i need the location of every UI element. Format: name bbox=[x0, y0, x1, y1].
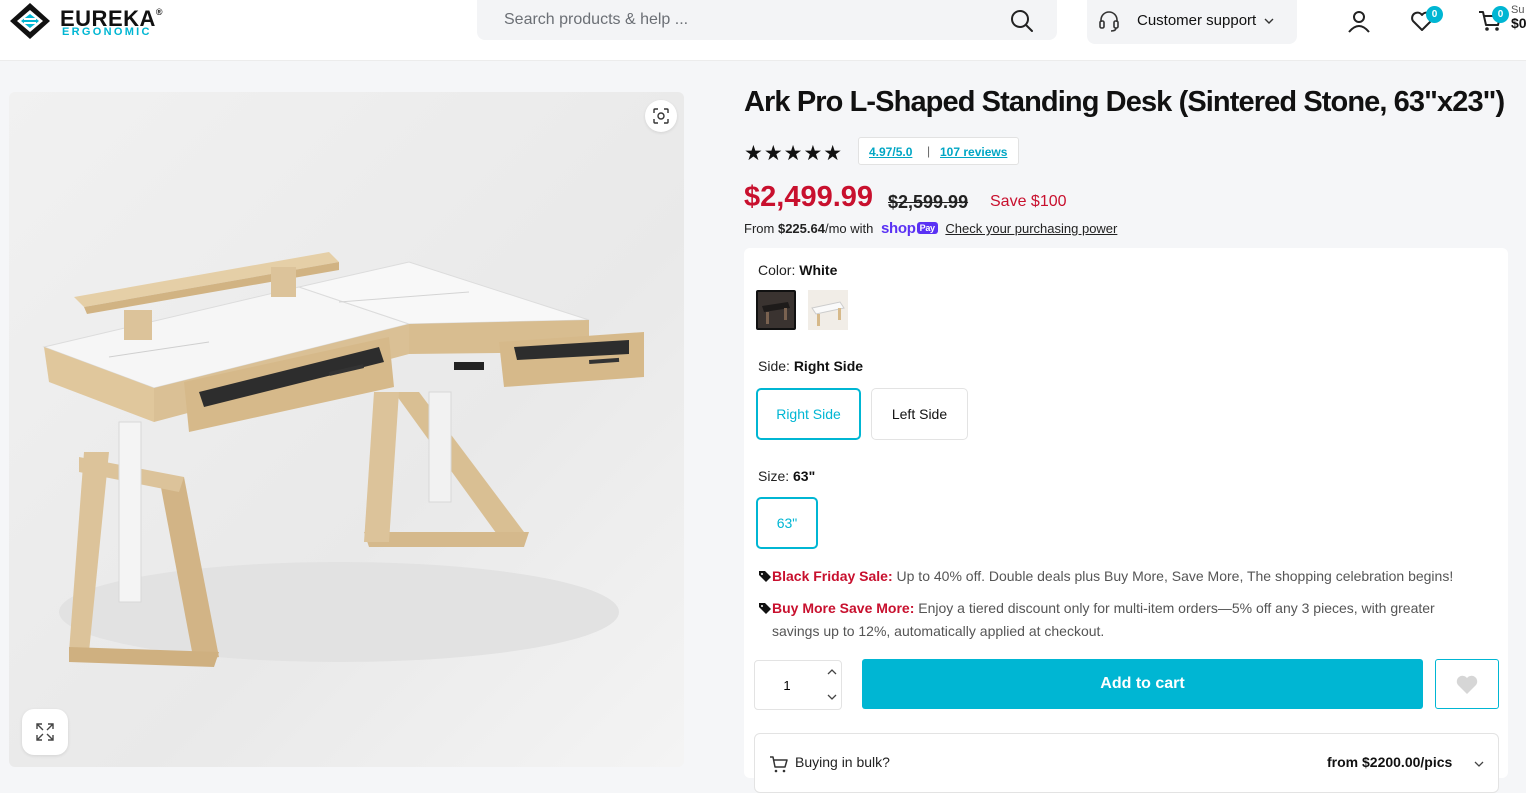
bulk-label: Buying in bulk? bbox=[795, 754, 890, 770]
chevron-down-icon bbox=[1474, 761, 1484, 767]
fullscreen-button[interactable] bbox=[22, 709, 68, 755]
heart-icon bbox=[1456, 675, 1478, 694]
rating-summary: 4.97/5.0 | 107 reviews bbox=[858, 137, 1019, 165]
chevron-down-icon[interactable] bbox=[822, 685, 842, 709]
side-option-right[interactable]: Right Side bbox=[756, 388, 861, 440]
add-to-wishlist-button[interactable] bbox=[1435, 659, 1499, 709]
size-option-63[interactable]: 63" bbox=[756, 497, 818, 549]
search-icon[interactable] bbox=[1009, 8, 1035, 34]
color-swatch-white[interactable] bbox=[808, 290, 848, 330]
account-icon[interactable] bbox=[1346, 8, 1372, 34]
installment-amount: $225.64 bbox=[777, 221, 825, 236]
logo[interactable]: EUREKA® ERGONOMIC bbox=[10, 3, 180, 39]
logo-mark-icon bbox=[10, 3, 50, 39]
rating-separator: | bbox=[927, 144, 931, 158]
site-header: EUREKA® ERGONOMIC Customer support 0 bbox=[0, 0, 1526, 61]
zoom-button[interactable] bbox=[645, 100, 677, 132]
cart-icon bbox=[770, 756, 788, 773]
chevron-down-icon bbox=[1264, 18, 1274, 24]
bulk-order-row[interactable]: Buying in bulk? from $2200.00/pics bbox=[754, 733, 1499, 793]
installment-prefix: From bbox=[744, 221, 775, 236]
save-amount: Save $100 bbox=[990, 193, 1067, 210]
swatch-black-thumb bbox=[758, 292, 794, 328]
color-swatch-black[interactable] bbox=[756, 290, 796, 330]
customer-support-menu[interactable]: Customer support bbox=[1087, 0, 1297, 44]
tag-icon bbox=[759, 603, 771, 614]
product-title: Ark Pro L-Shaped Standing Desk (Sintered… bbox=[744, 86, 1505, 118]
search-input[interactable] bbox=[477, 0, 997, 40]
promo-black-friday: Black Friday Sale: Up to 40% off. Double… bbox=[758, 565, 1453, 588]
reviews-link[interactable]: 107 reviews bbox=[940, 145, 1007, 159]
add-to-cart-button[interactable]: Add to cart bbox=[862, 659, 1423, 709]
rating-value-link[interactable]: 4.97/5.0 bbox=[869, 145, 912, 159]
cart-summary[interactable]: Su $0 bbox=[1511, 4, 1526, 30]
installment-suffix: /mo with bbox=[824, 221, 874, 236]
chevron-up-icon[interactable] bbox=[822, 661, 842, 685]
product-image-gallery[interactable] bbox=[9, 92, 684, 767]
quantity-input[interactable] bbox=[755, 661, 819, 709]
shop-pay-logo: shop Pay bbox=[881, 220, 938, 237]
bulk-price: from $2200.00/pics bbox=[1327, 754, 1453, 770]
side-option-label: Side: Right Side bbox=[758, 358, 864, 374]
cart-amount: $0 bbox=[1511, 15, 1526, 31]
wishlist-count-badge: 0 bbox=[1426, 6, 1443, 23]
support-label: Customer support bbox=[1137, 12, 1257, 29]
logo-subtitle: ERGONOMIC bbox=[62, 26, 152, 38]
headset-icon bbox=[1099, 11, 1119, 32]
color-option-label: Color: White bbox=[758, 262, 838, 278]
compare-price: $2,599.99 bbox=[888, 192, 969, 212]
swatch-white-thumb bbox=[808, 290, 848, 330]
sale-price: $2,499.99 bbox=[744, 181, 874, 213]
installment-info: From $225.64/mo with shop Pay Check your … bbox=[744, 220, 1117, 237]
quantity-stepper bbox=[754, 660, 842, 710]
rating-stars: ★★★★★ bbox=[744, 142, 844, 165]
product-options-panel: Color: White Side: Right Side Right Side… bbox=[744, 248, 1508, 793]
expand-icon bbox=[36, 723, 54, 741]
product-image-desk bbox=[42, 252, 644, 667]
side-option-left[interactable]: Left Side bbox=[871, 388, 968, 440]
tag-icon bbox=[759, 571, 771, 582]
scan-zoom-icon bbox=[653, 108, 669, 124]
purchasing-power-link[interactable]: Check your purchasing power bbox=[945, 221, 1117, 236]
promo-buy-more: Buy More Save More: Enjoy a tiered disco… bbox=[758, 597, 1435, 643]
search-bar bbox=[477, 0, 1057, 40]
size-option-label: Size: 63" bbox=[758, 468, 816, 484]
cart-count-badge: 0 bbox=[1492, 6, 1509, 23]
